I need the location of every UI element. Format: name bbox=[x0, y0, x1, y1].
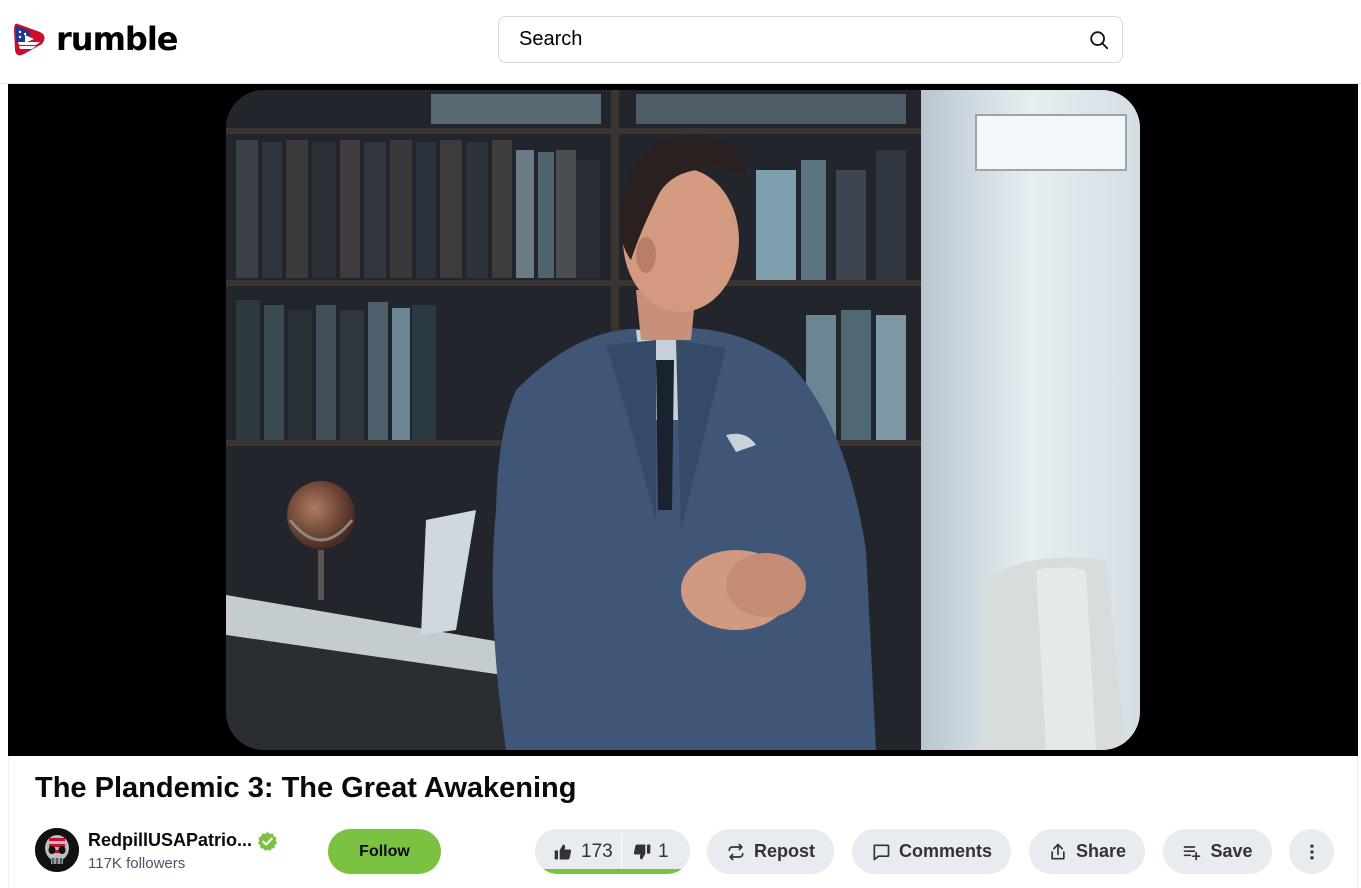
verified-check-icon bbox=[257, 831, 278, 852]
vote-buttons: 173 1 bbox=[535, 829, 690, 874]
channel-avatar[interactable] bbox=[35, 828, 79, 872]
logo-text: rumble bbox=[56, 20, 178, 58]
share-icon bbox=[1051, 843, 1065, 859]
rumble-logo[interactable]: rumble bbox=[10, 18, 178, 60]
follow-button[interactable]: Follow bbox=[328, 829, 441, 874]
rumble-logo-icon bbox=[14, 23, 45, 56]
repost-button[interactable]: Repost bbox=[707, 829, 834, 874]
follower-count: 117K followers bbox=[88, 855, 186, 872]
video-frame bbox=[226, 90, 1140, 750]
channel-name[interactable]: RedpillUSAPatrio... bbox=[88, 830, 252, 851]
video-player[interactable] bbox=[8, 84, 1358, 756]
comments-button[interactable]: Comments bbox=[852, 829, 1011, 874]
skull-flag-avatar-icon bbox=[35, 828, 79, 872]
like-count: 173 bbox=[581, 840, 613, 862]
like-ratio-bar bbox=[539, 869, 685, 874]
video-info: The Plandemic 3: The Great Awakening Red… bbox=[8, 756, 1358, 888]
dislike-count: 1 bbox=[658, 840, 669, 862]
search-box bbox=[498, 16, 1123, 63]
save-button[interactable]: Save bbox=[1163, 829, 1272, 874]
search-icon[interactable] bbox=[1088, 29, 1110, 51]
search-input[interactable] bbox=[519, 17, 1079, 62]
video-title: The Plandemic 3: The Great Awakening bbox=[35, 772, 577, 804]
site-header: rumble bbox=[0, 0, 1361, 84]
thumbs-down-icon bbox=[633, 844, 651, 859]
thumbs-up-icon bbox=[554, 844, 572, 859]
playlist-add-icon bbox=[1184, 845, 1201, 860]
comments-label: Comments bbox=[898, 841, 992, 861]
repost-icon bbox=[728, 843, 744, 860]
video-thumbnail-image bbox=[226, 90, 1140, 750]
repost-label: Repost bbox=[753, 841, 815, 861]
dislike-button[interactable]: 1 bbox=[622, 829, 690, 874]
like-button[interactable]: 173 bbox=[535, 829, 621, 874]
save-label: Save bbox=[1210, 841, 1253, 861]
more-vertical-icon bbox=[1309, 844, 1314, 859]
more-options-button[interactable] bbox=[1289, 829, 1334, 874]
share-label: Share bbox=[1075, 841, 1127, 861]
comment-icon bbox=[873, 844, 890, 860]
share-button[interactable]: Share bbox=[1029, 829, 1145, 874]
